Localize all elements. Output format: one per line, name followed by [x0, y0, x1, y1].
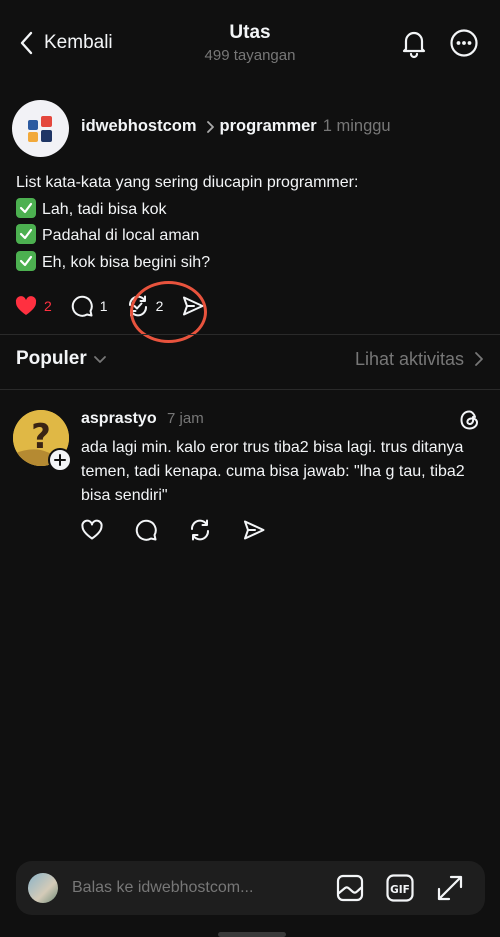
comment-count: 1	[99, 298, 108, 314]
home-indicator	[218, 932, 286, 937]
svg-text:?: ?	[31, 417, 51, 457]
share-icon	[183, 296, 204, 316]
check-icon	[16, 250, 36, 271]
post-username[interactable]: idwebhostcom	[81, 117, 197, 136]
plus-icon	[54, 454, 66, 466]
post-body: List kata-kata yang sering diucapin prog…	[16, 170, 486, 276]
avatar	[28, 873, 58, 903]
like-button[interactable]: 2	[14, 294, 52, 318]
post-time: 1 minggu	[322, 117, 391, 135]
check-icon	[16, 197, 36, 218]
reply-actions	[80, 518, 266, 542]
repost-icon[interactable]	[188, 518, 212, 542]
heart-icon	[15, 296, 37, 315]
more-icon[interactable]	[447, 26, 481, 60]
back-button[interactable]: Kembali	[18, 30, 113, 56]
comment-icon	[71, 295, 93, 317]
reply-username[interactable]: asprastyo	[81, 410, 157, 427]
list-item-text: Lah, tadi bisa kok	[42, 200, 167, 218]
chevron-right-icon	[206, 120, 214, 133]
chevron-down-icon	[93, 356, 106, 363]
expand-icon[interactable]	[435, 873, 465, 903]
divider	[0, 389, 500, 390]
activity-label: Lihat aktivitas	[354, 348, 464, 369]
gif-label: GIF	[390, 884, 410, 896]
post-header: idwebhostcom programmer 1 minggu	[81, 117, 391, 136]
list-item: Eh, kok bisa begini sih?	[16, 250, 486, 277]
chevron-left-icon	[20, 31, 33, 55]
like-count: 2	[44, 298, 52, 314]
reply-composer: Balas ke idwebhostcom... GIF	[16, 861, 485, 915]
post-intro: List kata-kata yang sering diucapin prog…	[16, 174, 359, 191]
image-icon[interactable]	[335, 873, 365, 903]
share-button[interactable]	[181, 294, 205, 318]
share-icon[interactable]	[242, 518, 266, 542]
view-activity-link[interactable]: Lihat aktivitas	[355, 349, 484, 370]
check-icon	[16, 224, 36, 244]
comment-button[interactable]: 1	[70, 294, 108, 318]
repost-button[interactable]: 2	[126, 294, 164, 318]
sort-label: Populer	[16, 348, 87, 369]
comment-icon[interactable]	[134, 518, 158, 542]
sort-dropdown[interactable]: Populer	[16, 348, 107, 370]
threads-icon[interactable]	[458, 408, 482, 432]
list-item-text: Padahal di local aman	[42, 227, 200, 244]
reply-time: 7 jam	[167, 410, 204, 427]
reply-input[interactable]: Balas ke idwebhostcom...	[72, 879, 335, 897]
follow-button[interactable]	[48, 448, 72, 472]
post-actions: 2 1 2	[14, 290, 223, 322]
brand-logo-icon	[27, 115, 52, 142]
list-item: Lah, tadi bisa kok	[16, 197, 486, 224]
list-item: Padahal di local aman	[16, 223, 486, 250]
back-label: Kembali	[44, 32, 113, 53]
heart-icon[interactable]	[80, 518, 104, 542]
sort-row: Populer Lihat aktivitas	[16, 348, 484, 370]
top-bar: Kembali Utas 499 tayangan	[0, 0, 500, 90]
bell-icon[interactable]	[397, 26, 431, 60]
topic-tag[interactable]: programmer	[220, 117, 317, 136]
gif-icon[interactable]: GIF	[385, 873, 415, 903]
repost-count: 2	[155, 298, 164, 314]
avatar[interactable]	[12, 100, 69, 157]
reply-header: asprastyo 7 jam	[81, 410, 204, 428]
divider	[0, 334, 500, 335]
list-item-text: Eh, kok bisa begini sih?	[42, 253, 211, 271]
chevron-right-icon	[475, 352, 483, 366]
repost-icon	[128, 295, 147, 317]
reply-body: ada lagi min. kalo eror trus tiba2 bisa …	[81, 439, 465, 504]
